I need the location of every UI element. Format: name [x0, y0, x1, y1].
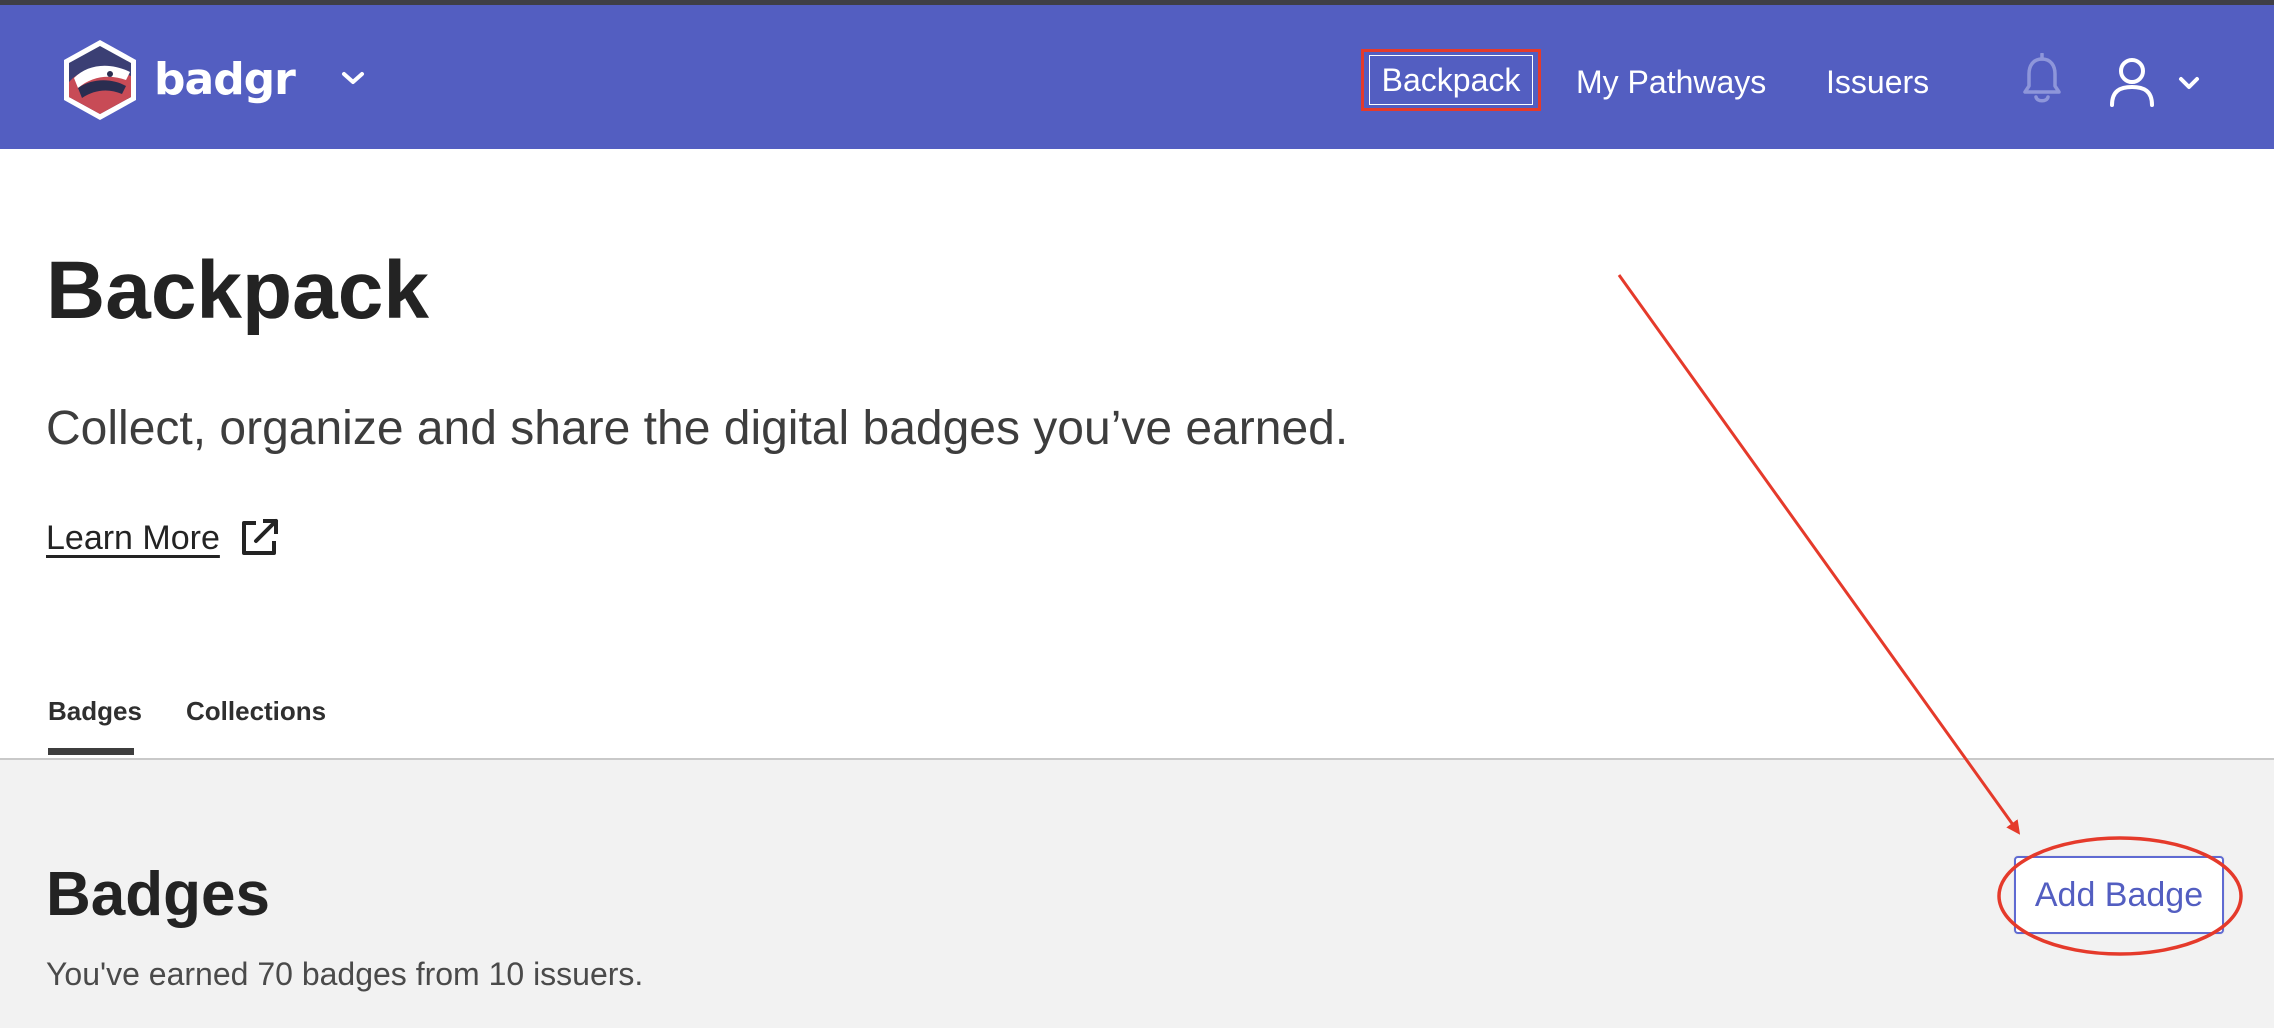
external-link-icon — [241, 519, 278, 555]
badges-section-title: Badges — [46, 860, 270, 929]
logo-wordmark: badgr — [154, 54, 296, 105]
tab-collections[interactable]: Collections — [186, 698, 326, 724]
active-tab-indicator — [48, 748, 134, 755]
badger-logo-icon — [64, 40, 136, 120]
top-navbar: badgr Backpack My Pathways Issuers — [0, 5, 2274, 149]
nav-backpack-label: Backpack — [1368, 55, 1534, 105]
nav-issuers-link[interactable]: Issuers — [1826, 53, 1929, 111]
nav-my-pathways-link[interactable]: My Pathways — [1576, 53, 1766, 111]
page-subtitle: Collect, organize and share the digital … — [46, 402, 1349, 455]
chevron-down-icon[interactable] — [340, 68, 366, 88]
nav-backpack-link[interactable]: Backpack — [1361, 49, 1541, 111]
backpack-tabs: Badges Collections — [0, 690, 2274, 760]
user-icon[interactable] — [2108, 57, 2156, 107]
chevron-down-icon[interactable] — [2178, 74, 2200, 92]
tab-badges[interactable]: Badges — [48, 698, 142, 724]
learn-more-label: Learn More — [46, 519, 220, 557]
badgr-logo[interactable]: badgr — [60, 35, 296, 125]
add-badge-button[interactable]: Add Badge — [2014, 856, 2224, 934]
learn-more-link[interactable]: Learn More — [46, 517, 280, 559]
bell-icon[interactable] — [2022, 53, 2062, 105]
badges-summary: You've earned 70 badges from 10 issuers. — [46, 956, 644, 992]
badges-section: Badges You've earned 70 badges from 10 i… — [0, 760, 2274, 1028]
page-title: Backpack — [46, 245, 429, 336]
